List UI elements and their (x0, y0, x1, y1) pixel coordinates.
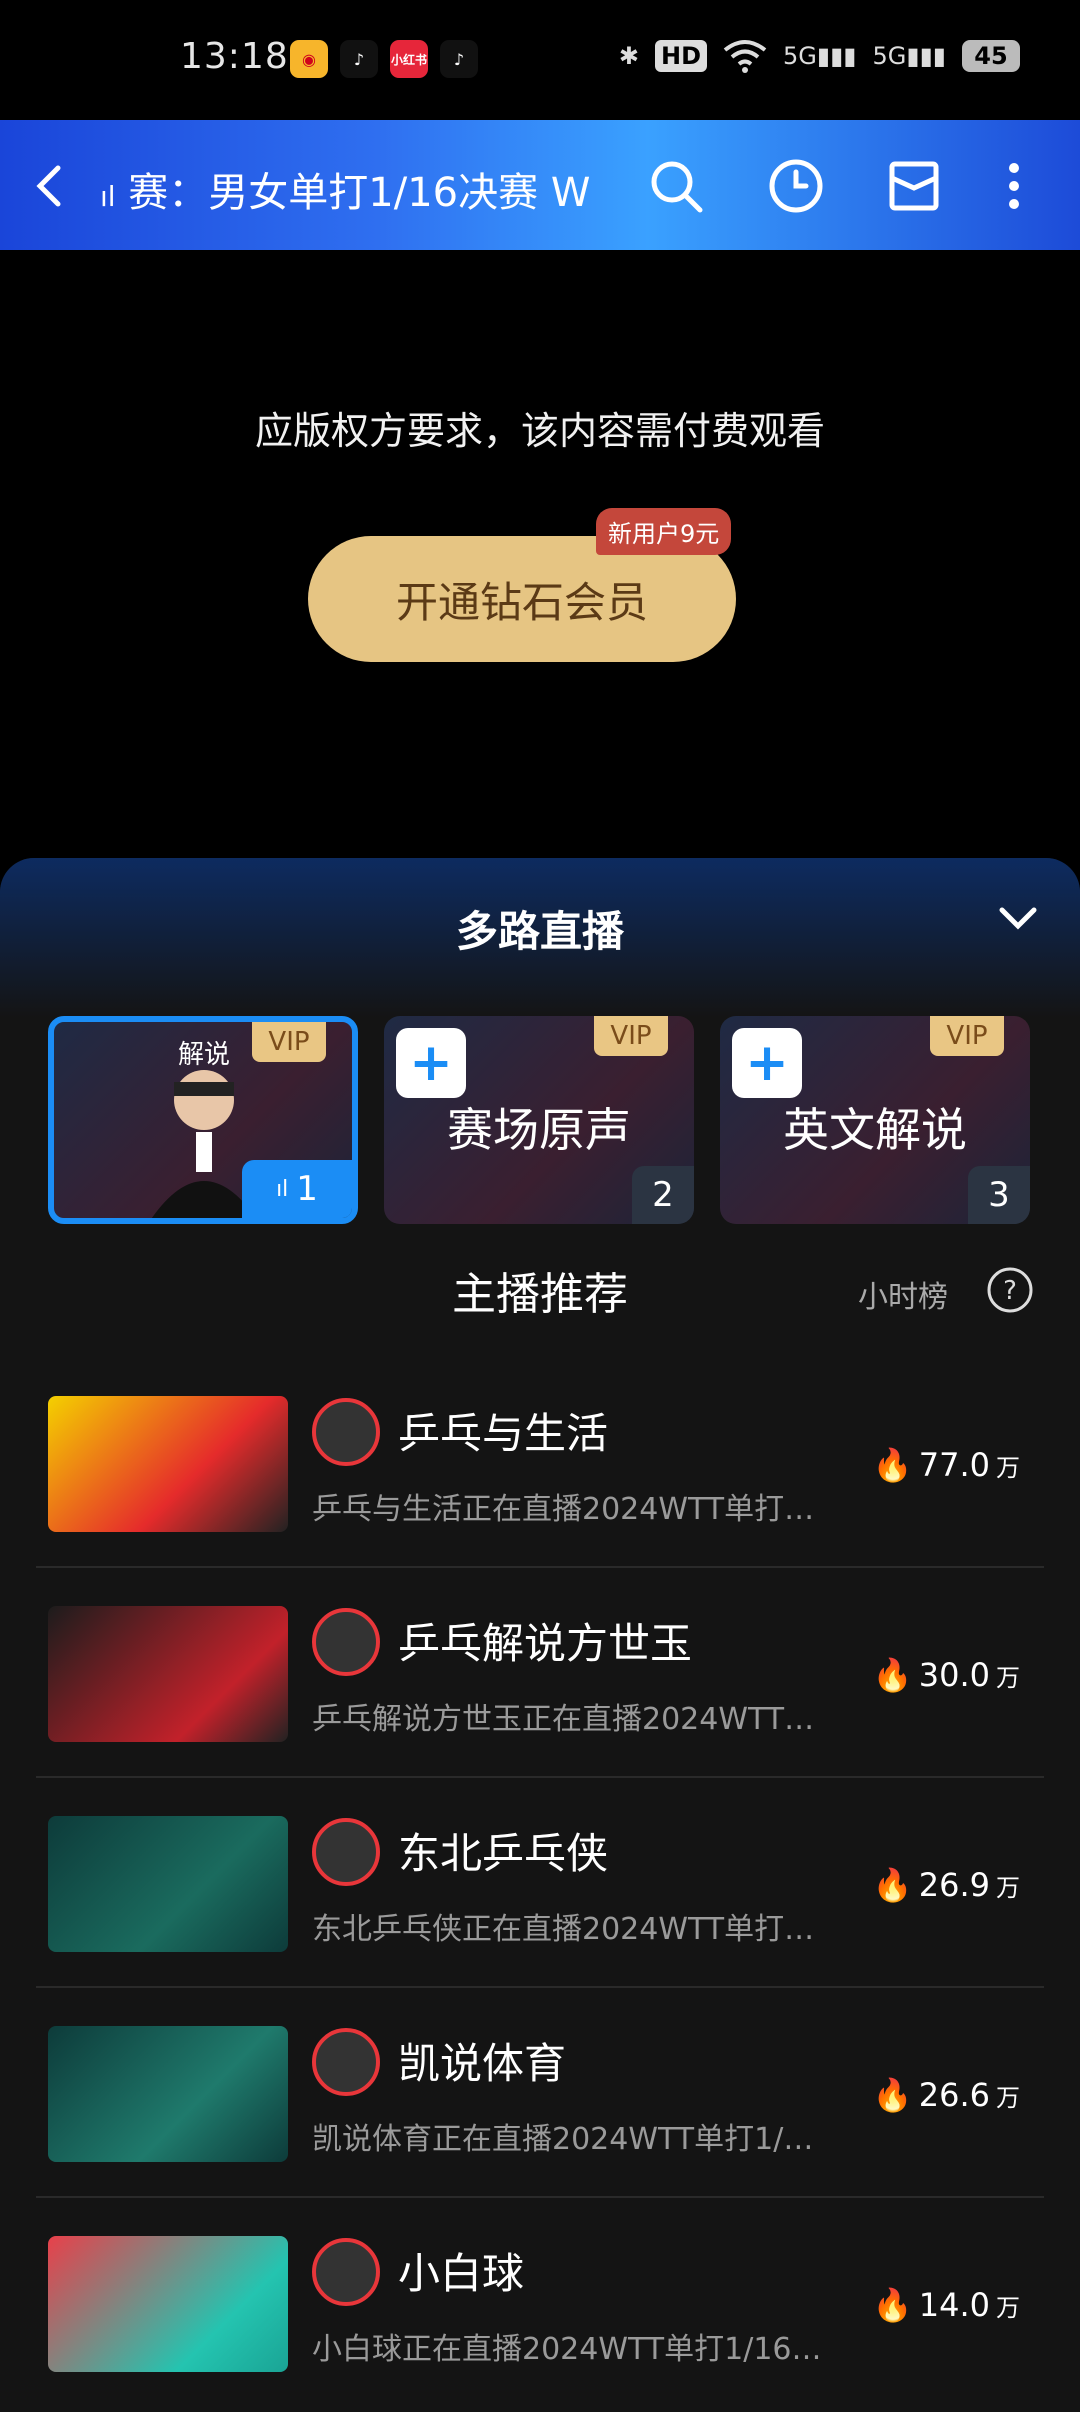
heat-number: 14.0 (918, 2286, 990, 2324)
streamer-subtitle: 乒乓与生活正在直播2024WTT单打1/16决赛 (312, 1492, 832, 1527)
douyin-app-icon: ♪ (440, 40, 478, 78)
wifi-icon (723, 40, 767, 73)
bluetooth-icon: ✱ (618, 42, 639, 70)
heat-number: 30.0 (918, 1656, 990, 1694)
avatar[interactable] (312, 1818, 380, 1886)
streamer-name: 凯说体育 (398, 2039, 567, 2088)
more-icon[interactable] (984, 156, 1044, 216)
heat-value: 🔥 77.0 万 (873, 1446, 1020, 1484)
history-icon[interactable] (766, 156, 826, 216)
stream-card-label: 解说 (178, 1040, 231, 1070)
streamer-name: 乒乓与生活 (398, 1409, 609, 1458)
live-bars-icon: ıl (276, 1176, 289, 1202)
heat-unit: 万 (996, 1453, 1020, 1482)
bookmark-icon[interactable] (884, 156, 944, 216)
heat-number: 26.6 (918, 2076, 990, 2114)
streamer-subtitle: 凯说体育正在直播2024WTT单打1/16决赛 (312, 2122, 832, 2157)
nav-title-text: 赛：男女单打1/16决赛 W (128, 170, 591, 216)
fire-icon: 🔥 (872, 1866, 913, 1904)
search-icon[interactable] (646, 156, 706, 216)
chevron-down-icon[interactable] (996, 896, 1040, 940)
stream-card-venue-audio[interactable]: + VIP 赛场原声 2 (384, 1016, 694, 1224)
heat-value: 🔥 14.0 万 (873, 2286, 1020, 2324)
stream-thumbnail[interactable] (48, 1396, 288, 1532)
streamer-subtitle: 小白球正在直播2024WTT单打1/16决赛 (312, 2332, 832, 2367)
streamer-name: 小白球 (398, 2249, 525, 2298)
streamer-name: 东北乒乓侠 (398, 1829, 609, 1878)
add-stream-icon[interactable]: + (732, 1028, 802, 1098)
hd-icon: HD (654, 40, 707, 72)
paywall-message: 应版权方要求，该内容需付费观看 (254, 409, 825, 453)
weibo-app-icon: ◉ (290, 40, 328, 78)
fire-icon: 🔥 (872, 1446, 913, 1484)
add-stream-icon[interactable]: + (396, 1028, 466, 1098)
nav-title: ıl 赛：男女单打1/16决赛 W (100, 160, 620, 218)
streamer-subtitle: 乒乓解说方世玉正在直播2024WTT单打1/16决赛 (312, 1702, 832, 1737)
streamer-row[interactable]: 小白球 小白球正在直播2024WTT单打1/16决赛 🔥 14.0 万 (0, 2198, 1080, 2408)
streamer-row[interactable]: 东北乒乓侠 东北乒乓侠正在直播2024WTT单打1/16决赛 🔥 26.9 万 (0, 1778, 1080, 1988)
video-player[interactable]: 应版权方要求，该内容需付费观看 开通钻石会员 新用户9元 (0, 250, 1080, 860)
avatar[interactable] (312, 2238, 380, 2306)
stream-card-commentary[interactable]: 解说 VIP ıl 1 (48, 1016, 358, 1224)
svg-text:?: ? (1003, 1276, 1017, 1306)
fire-icon: 🔥 (872, 1656, 913, 1694)
stream-thumbnail[interactable] (48, 1816, 288, 1952)
live-bars-icon: ıl (100, 180, 116, 213)
vip-tag: VIP (252, 1022, 326, 1062)
stream-number-tag: 2 (632, 1166, 694, 1224)
top-nav: ıl 赛：男女单打1/16决赛 W (0, 120, 1080, 250)
heat-unit: 万 (996, 1873, 1020, 1902)
signal-5g-icon-2: 5G▮▮▮ (872, 42, 947, 70)
heat-value: 🔥 26.9 万 (873, 1866, 1020, 1904)
heat-number: 26.9 (918, 1866, 990, 1904)
heat-unit: 万 (996, 2293, 1020, 2322)
avatar[interactable] (312, 2028, 380, 2096)
heat-unit: 万 (996, 1663, 1020, 1692)
stream-number-tag: 3 (968, 1166, 1030, 1224)
stream-thumbnail[interactable] (48, 2236, 288, 2372)
stream-number-tag: ıl 1 (242, 1160, 352, 1218)
stream-thumbnail[interactable] (48, 2026, 288, 2162)
vip-tag: VIP (594, 1016, 668, 1056)
new-user-badge: 新用户9元 (596, 508, 732, 555)
signal-5g-icon: 5G▮▮▮ (783, 42, 857, 70)
status-right-group: ✱ HD 5G▮▮▮ 5G▮▮▮ 45 (619, 38, 1020, 74)
status-bar: 13:18 ◉ ♪ 小红书 ♪ ✱ HD 5G▮▮▮ 5G▮▮▮ 45 (0, 0, 1080, 120)
status-time: 13:18 (180, 36, 289, 77)
avatar[interactable] (312, 1608, 380, 1676)
multi-stream-sheet: 多路直播 解说 VIP ıl 1 + VIP 赛场原声 2 + VIP 英文解说… (0, 858, 1080, 2412)
streamer-row[interactable]: 乒乓解说方世玉 乒乓解说方世玉正在直播2024WTT单打1/16决赛 🔥 30.… (0, 1568, 1080, 1778)
fire-icon: 🔥 (872, 2286, 913, 2324)
xiaohongshu-app-icon: 小红书 (390, 40, 428, 78)
fire-icon: 🔥 (872, 2076, 913, 2114)
heat-unit: 万 (996, 2083, 1020, 2112)
stream-number: 1 (296, 1169, 318, 1209)
heat-value: 🔥 30.0 万 (873, 1656, 1020, 1694)
heat-value: 🔥 26.6 万 (873, 2076, 1020, 2114)
back-icon[interactable] (24, 158, 80, 214)
avatar[interactable] (312, 1398, 380, 1466)
hourly-rank-link[interactable]: 小时榜 (858, 1272, 948, 1316)
sheet-title: 多路直播 (455, 907, 624, 956)
streamer-row[interactable]: 凯说体育 凯说体育正在直播2024WTT单打1/16决赛 🔥 26.6 万 (0, 1988, 1080, 2198)
stream-thumbnail[interactable] (48, 1606, 288, 1742)
help-icon[interactable]: ? (986, 1266, 1034, 1314)
tiktok-app-icon: ♪ (340, 40, 378, 78)
stream-card-title: 赛场原声 (447, 1103, 631, 1157)
network-label: 5G (783, 42, 817, 70)
stream-card-english[interactable]: + VIP 英文解说 3 (720, 1016, 1030, 1224)
vip-tag: VIP (930, 1016, 1004, 1056)
heat-number: 77.0 (918, 1446, 990, 1484)
stream-card-title: 英文解说 (783, 1103, 967, 1157)
streamer-name: 乒乓解说方世玉 (398, 1619, 693, 1668)
battery-icon: 45 (962, 40, 1020, 72)
streamer-subtitle: 东北乒乓侠正在直播2024WTT单打1/16决赛 (312, 1912, 832, 1947)
streamer-row[interactable]: 乒乓与生活 乒乓与生活正在直播2024WTT单打1/16决赛 🔥 77.0 万 (0, 1358, 1080, 1568)
